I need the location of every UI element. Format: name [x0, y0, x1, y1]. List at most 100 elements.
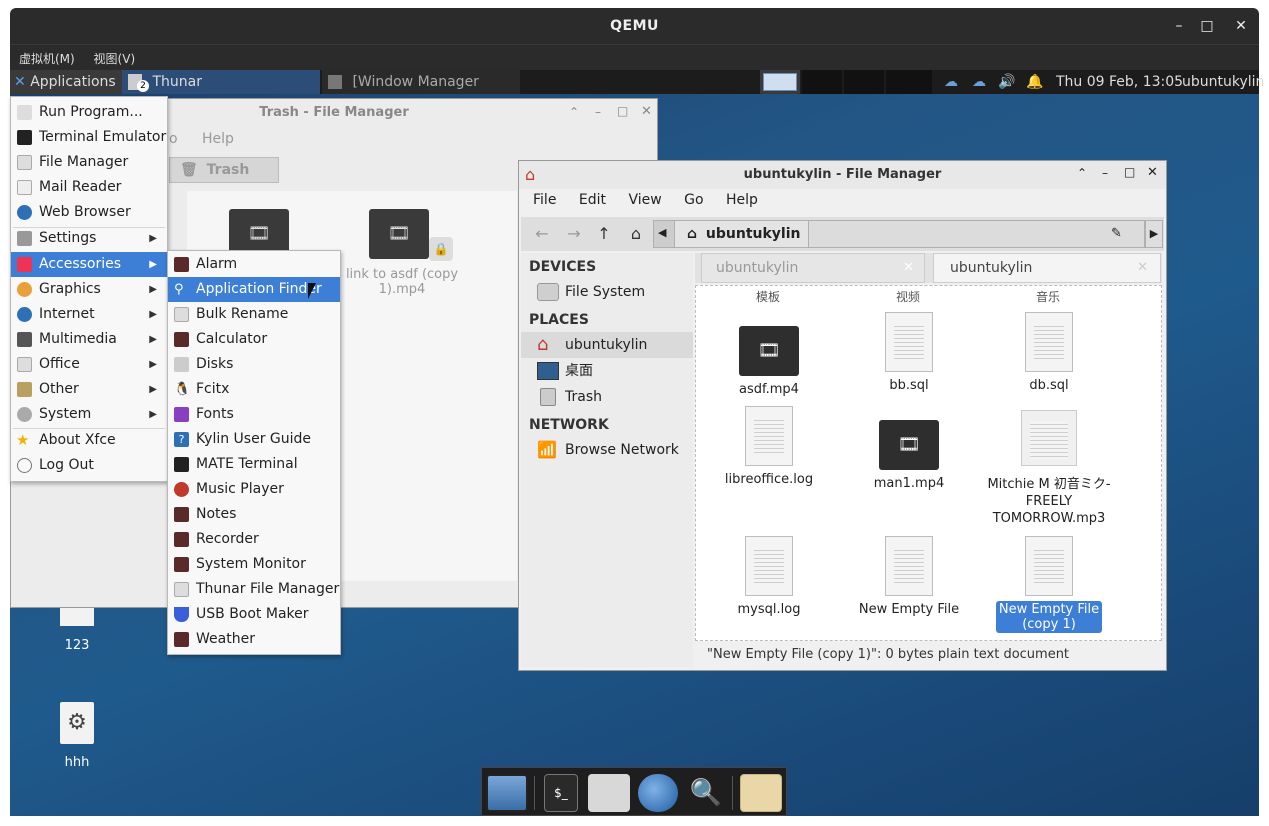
menu-item-office[interactable]: Office ▶ — [11, 352, 167, 377]
file-item[interactable]: 🎞 asdf.mp4 — [704, 320, 834, 397]
menu-item-mate-terminal[interactable]: MATE Terminal — [168, 452, 340, 477]
web-browser-icon[interactable] — [638, 774, 678, 812]
file-item[interactable]: db.sql — [984, 312, 1114, 393]
clock[interactable]: Thu 09 Feb, 13:05 — [1056, 70, 1183, 94]
search-icon[interactable]: 🔍 — [686, 774, 726, 812]
menu-item-other[interactable]: Other ▶ — [11, 377, 167, 402]
scroll-left-icon[interactable]: ◀ — [658, 226, 666, 239]
menu-go[interactable]: Go — [684, 192, 703, 208]
minimize-icon[interactable]: – — [595, 105, 601, 119]
up-icon[interactable]: ↑ — [593, 223, 615, 245]
close-tab-icon[interactable]: ✕ — [903, 254, 914, 282]
maximize-icon[interactable]: □ — [1124, 165, 1135, 179]
menu-item-alarm[interactable]: Alarm — [168, 252, 340, 277]
menu-item-fonts[interactable]: Fonts — [168, 402, 340, 427]
file-item-selected[interactable]: New Empty File (copy 1) — [984, 536, 1114, 633]
menu-item-disks[interactable]: Disks — [168, 352, 340, 377]
menu-item-internet[interactable]: Internet ▶ — [11, 302, 167, 327]
menu-item-system[interactable]: System ▶ — [11, 402, 167, 427]
menu-item-system-monitor[interactable]: System Monitor — [168, 552, 340, 577]
video-file-icon[interactable]: 🎞 — [369, 209, 429, 259]
menu-item-file-manager[interactable]: File Manager — [11, 150, 167, 175]
menu-item-bulk-rename[interactable]: Bulk Rename — [168, 302, 340, 327]
qemu-menu-view[interactable]: 视图(V) — [94, 50, 136, 67]
desktop-icon-label[interactable]: 123 — [40, 638, 114, 653]
tab-2[interactable]: ubuntukylin ✕ — [933, 253, 1161, 283]
taskbar-button-thunar[interactable]: 2 Thunar — [122, 70, 320, 94]
scroll-right-icon[interactable]: ▶ — [1145, 220, 1163, 248]
notification-icon[interactable]: 🔔 — [1026, 70, 1043, 94]
menu-view[interactable]: View — [628, 192, 661, 208]
menu-edit[interactable]: Edit — [579, 192, 606, 208]
sidebar-item-home[interactable]: ⌂ ubuntukylin — [521, 332, 693, 358]
workspace-4[interactable] — [886, 70, 932, 94]
desktop-icon-label[interactable]: hhh — [40, 755, 114, 770]
sidebar-item-trash[interactable]: Trash — [521, 384, 693, 410]
menu-item-log-out[interactable]: Log Out — [11, 453, 167, 478]
close-icon[interactable]: ✕ — [641, 104, 652, 119]
sidebar-item-browse-network[interactable]: 📶 Browse Network — [521, 437, 693, 463]
qemu-minimize-button[interactable]: – — [1169, 16, 1189, 36]
sidebar-item-file-system[interactable]: File System — [521, 279, 693, 305]
file-item[interactable]: ♪ Mitchie M 初音ミク-FREELY TOMORROW.mp3 — [984, 410, 1114, 527]
menu-go[interactable]: o — [169, 131, 178, 147]
menu-item-fcitx[interactable]: 🐧 Fcitx — [168, 377, 340, 402]
folder-icon[interactable] — [740, 774, 782, 812]
qemu-menu-machine[interactable]: 虚拟机(M) — [19, 50, 75, 67]
qemu-close-button[interactable]: ✕ — [1231, 16, 1251, 36]
workspace-1[interactable] — [760, 70, 800, 94]
menu-item-terminal-emulator[interactable]: Terminal Emulator — [11, 125, 167, 150]
menu-item-music-player[interactable]: Music Player — [168, 477, 340, 502]
file-item[interactable]: New Empty File — [844, 536, 974, 617]
menu-file[interactable]: File — [533, 192, 556, 208]
menu-item-notes[interactable]: Notes — [168, 502, 340, 527]
chevron-up-icon[interactable]: ⌃ — [569, 105, 579, 119]
terminal-icon[interactable]: $_ — [544, 774, 578, 812]
menu-item-weather[interactable]: Weather — [168, 627, 340, 652]
menu-item-kylin-user-guide[interactable]: ? Kylin User Guide — [168, 427, 340, 452]
menu-item-accessories[interactable]: Accessories ▶ — [11, 252, 167, 277]
sidebar-item-desktop[interactable]: 桌面 — [521, 358, 693, 384]
workspace-2[interactable] — [802, 70, 842, 94]
home-icon[interactable]: ⌂ — [625, 223, 647, 245]
menu-help[interactable]: Help — [202, 131, 234, 147]
volume-icon[interactable]: 🔊 — [998, 70, 1016, 94]
location-button-home[interactable]: ⌂ ubuntukylin — [674, 221, 808, 247]
taskbar-button-wm-tweaks[interactable]: [Window Manager Twea... — [322, 70, 520, 114]
file-label[interactable]: link to asdf (copy 1).mp4 — [337, 267, 467, 297]
file-item[interactable]: bb.sql — [844, 312, 974, 393]
file-item[interactable]: 🎞 man1.mp4 — [844, 414, 974, 491]
edit-location-icon[interactable]: ✎ — [1111, 226, 1122, 241]
gear-icon[interactable]: ⚙ — [60, 702, 94, 744]
folder-label[interactable]: 视频 — [896, 288, 920, 305]
menu-item-web-browser[interactable]: Web Browser — [11, 200, 167, 225]
menu-item-calculator[interactable]: Calculator — [168, 327, 340, 352]
maximize-icon[interactable]: □ — [617, 104, 628, 118]
file-item[interactable]: libreoffice.log — [704, 406, 834, 487]
minimize-icon[interactable]: – — [1102, 166, 1108, 180]
workspace-3[interactable] — [844, 70, 884, 94]
folder-label[interactable]: 模板 — [756, 288, 780, 305]
menu-item-graphics[interactable]: Graphics ▶ — [11, 277, 167, 302]
qemu-maximize-button[interactable]: □ — [1197, 16, 1217, 36]
location-button-trash[interactable]: 🗑 Trash — [169, 157, 279, 183]
home-folder-icon[interactable] — [588, 774, 630, 812]
menu-item-mail-reader[interactable]: Mail Reader — [11, 175, 167, 200]
folder-label[interactable]: 音乐 — [1036, 288, 1060, 305]
menu-item-multimedia[interactable]: Multimedia ▶ — [11, 327, 167, 352]
user-menu[interactable]: ubuntukylin — [1182, 70, 1264, 94]
tab-1[interactable]: ubuntukylin ✕ — [701, 253, 925, 283]
show-desktop-icon[interactable] — [486, 774, 528, 812]
back-icon[interactable]: ← — [531, 223, 553, 245]
chevron-up-icon[interactable]: ⌃ — [1077, 166, 1087, 180]
menu-item-usb-boot-maker[interactable]: USB Boot Maker — [168, 602, 340, 627]
file-item[interactable]: mysql.log — [704, 536, 834, 617]
menu-item-recorder[interactable]: Recorder — [168, 527, 340, 552]
menu-item-settings[interactable]: Settings ▶ — [11, 226, 167, 251]
menu-item-about-xfce[interactable]: ★ About Xfce — [11, 428, 167, 453]
menu-item-run-program[interactable]: Run Program... — [11, 100, 167, 125]
menu-item-thunar-file-manager[interactable]: Thunar File Manager — [168, 577, 340, 602]
menu-help[interactable]: Help — [726, 192, 758, 208]
forward-icon[interactable]: → — [563, 223, 585, 245]
network-icon[interactable]: ☁ — [972, 70, 990, 94]
